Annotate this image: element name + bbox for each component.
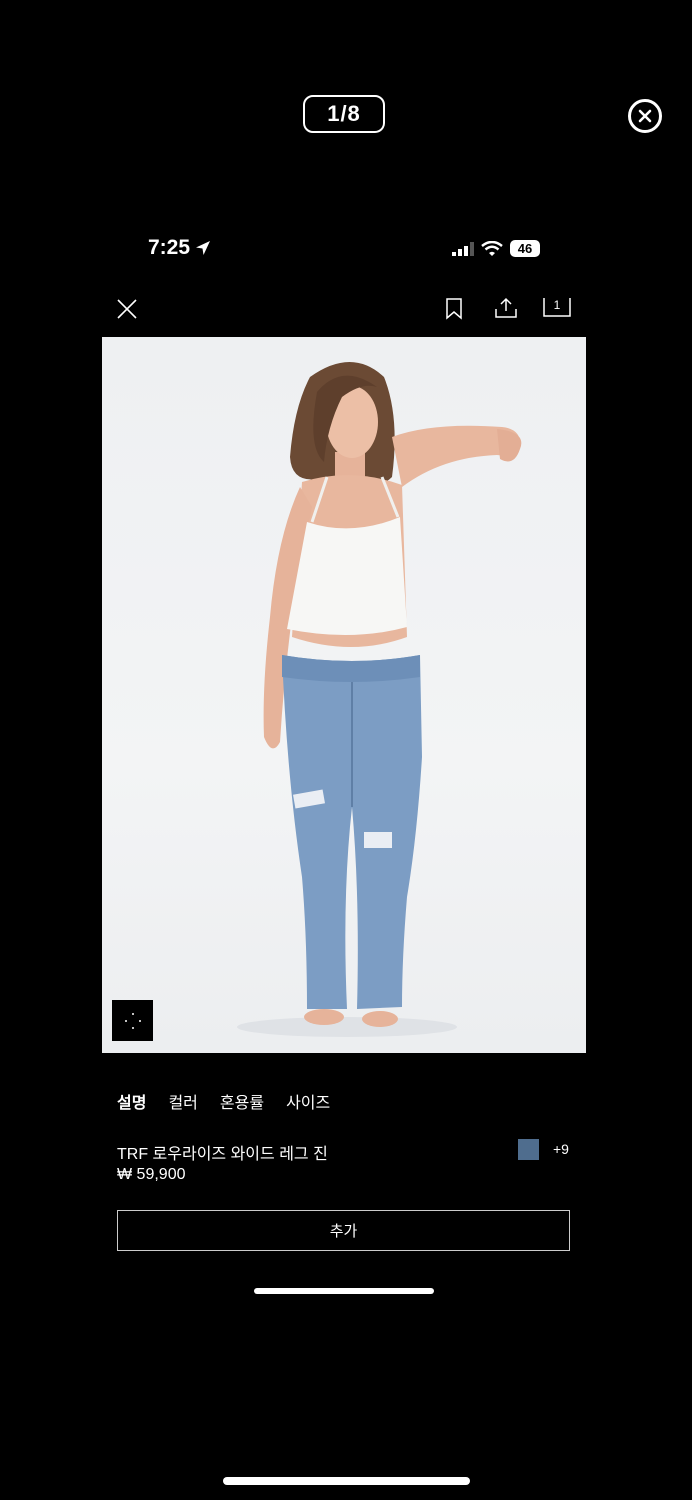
expand-icon[interactable]: [112, 1000, 153, 1041]
image-counter: 1/8: [303, 95, 385, 133]
close-x-glyph: [638, 109, 652, 123]
model-illustration: [237, 362, 522, 1037]
location-arrow-icon: [196, 241, 211, 255]
cart-count: 1: [553, 298, 561, 312]
more-colors-count[interactable]: +9: [553, 1141, 569, 1157]
signal-icon: [452, 241, 474, 256]
home-indicator[interactable]: [223, 1477, 470, 1485]
color-swatch[interactable]: [518, 1139, 539, 1160]
status-time: 7:25: [148, 236, 212, 260]
bookmark-icon[interactable]: [443, 297, 465, 321]
inner-home-indicator: [254, 1288, 434, 1294]
wifi-icon: [481, 240, 503, 256]
tab-composition[interactable]: 혼용률: [220, 1089, 264, 1113]
cart-icon[interactable]: 1: [543, 297, 571, 319]
add-button-label: 추가: [329, 1223, 358, 1240]
tab-description[interactable]: 설명: [117, 1089, 146, 1113]
add-button[interactable]: 추가: [117, 1210, 570, 1251]
status-time-text: 7:25: [148, 236, 191, 259]
product-photo[interactable]: [102, 337, 586, 1053]
battery-level: 46: [517, 241, 533, 256]
close-icon[interactable]: [114, 296, 140, 322]
product-name: TRF 로우라이즈 와이드 레그 진: [117, 1146, 328, 1163]
product-tabs: 설명 컬러 혼용률 사이즈: [117, 1089, 330, 1113]
tab-color[interactable]: 컬러: [168, 1089, 197, 1113]
close-circle-icon[interactable]: [628, 99, 662, 133]
battery-icon: 46: [510, 240, 540, 257]
share-icon[interactable]: [494, 296, 518, 320]
tab-size[interactable]: 사이즈: [286, 1089, 330, 1113]
status-icons: 46: [452, 240, 540, 257]
product-price: ₩ 59,900: [117, 1166, 186, 1183]
